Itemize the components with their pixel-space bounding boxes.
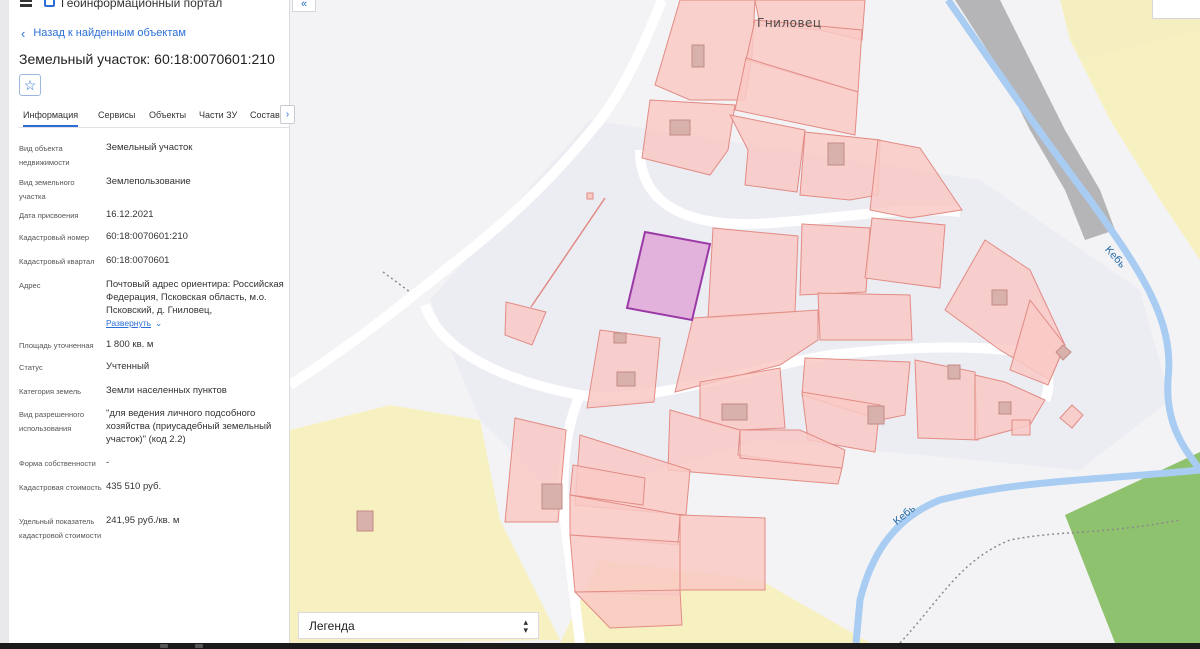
map-canvas[interactable] bbox=[287, 0, 1200, 643]
parcel[interactable] bbox=[914, 359, 979, 441]
field-label: Вид разрешенного использования bbox=[19, 410, 85, 433]
field-label: Дата присвоения bbox=[19, 211, 79, 220]
taskbar bbox=[0, 643, 1200, 649]
tab-bar: Информация Сервисы Объекты Части ЗУ Сост… bbox=[19, 105, 295, 128]
field-label: Кадастровая стоимость bbox=[19, 483, 102, 492]
taskbar-item[interactable] bbox=[195, 644, 203, 648]
building bbox=[867, 405, 885, 425]
field-value: Земли населенных пунктов bbox=[106, 385, 227, 396]
field-value: Землепользование bbox=[106, 176, 191, 187]
field-label: Форма собственности bbox=[19, 459, 96, 468]
chevron-left-icon: ‹ bbox=[21, 25, 26, 41]
parcel[interactable] bbox=[817, 292, 913, 341]
building bbox=[998, 401, 1012, 415]
field-label: Вид объекта недвижимости bbox=[19, 144, 70, 167]
tab-info[interactable]: Информация bbox=[23, 110, 79, 127]
building bbox=[356, 510, 374, 532]
field-value: Земельный участок bbox=[106, 142, 193, 153]
building bbox=[991, 289, 1008, 306]
field-label: Удельный показатель кадастровой стоимост… bbox=[19, 517, 102, 540]
building bbox=[669, 119, 691, 136]
building bbox=[721, 403, 748, 421]
field-label: Адрес bbox=[19, 281, 41, 290]
parcel[interactable] bbox=[586, 192, 594, 200]
back-to-results-link[interactable]: ‹ Назад к найденным объектам bbox=[21, 25, 186, 41]
tabs-next-button[interactable]: › bbox=[280, 105, 295, 124]
map-control[interactable] bbox=[1152, 0, 1200, 19]
legend-label: Легенда bbox=[309, 618, 355, 633]
star-icon: ☆ bbox=[23, 77, 37, 93]
parcel[interactable] bbox=[864, 217, 946, 289]
expand-label: Развернуть bbox=[106, 318, 152, 328]
building bbox=[691, 44, 705, 68]
parcel[interactable] bbox=[1011, 419, 1031, 436]
field-value: - bbox=[106, 457, 110, 468]
back-link-label: Назад к найденным объектам bbox=[33, 27, 186, 39]
menu-icon[interactable] bbox=[20, 0, 32, 7]
building bbox=[947, 364, 961, 380]
parcel[interactable] bbox=[799, 223, 871, 296]
field-label: Статус bbox=[19, 363, 43, 372]
collapse-panel-button[interactable]: « bbox=[292, 0, 316, 12]
field-value: 60:18:0070601 bbox=[106, 255, 170, 266]
up-down-arrows-icon: ▴ ▾ bbox=[523, 616, 528, 635]
field-value: 16.12.2021 bbox=[106, 209, 154, 220]
screen-bezel bbox=[0, 0, 9, 643]
parcel[interactable] bbox=[679, 514, 766, 591]
taskbar-item[interactable] bbox=[160, 644, 168, 648]
field-label: Площадь уточненная bbox=[19, 341, 94, 350]
field-label: Категория земель bbox=[19, 387, 82, 396]
portal-title: Геоинформационный портал bbox=[61, 0, 223, 10]
parcel[interactable] bbox=[707, 227, 799, 319]
field-label: Кадастровый квартал bbox=[19, 257, 95, 266]
parcel[interactable] bbox=[569, 534, 681, 596]
page-title: Земельный участок: 60:18:0070601:210 bbox=[19, 51, 275, 67]
tab-composition[interactable]: Состав bbox=[250, 110, 280, 120]
tab-services[interactable]: Сервисы bbox=[98, 110, 135, 120]
info-panel: Геоинформационный портал ‹ Назад к найде… bbox=[9, 0, 295, 643]
chevron-down-icon: ⌄ bbox=[155, 318, 163, 328]
building bbox=[827, 142, 845, 166]
field-value: 60:18:0070601:210 bbox=[106, 231, 188, 242]
building bbox=[613, 332, 627, 344]
chevron-right-icon: › bbox=[285, 109, 290, 120]
portal-logo-icon bbox=[44, 0, 55, 7]
field-value: 241,95 руб./кв. м bbox=[106, 515, 180, 526]
field-value: 1 800 кв. м bbox=[106, 339, 154, 350]
tab-parcel-parts[interactable]: Части ЗУ bbox=[199, 110, 237, 120]
panel-header: Геоинформационный портал bbox=[9, 0, 289, 14]
field-label: Кадастровый номер bbox=[19, 233, 90, 242]
expand-address-link[interactable]: Развернуть ⌄ bbox=[106, 318, 162, 328]
field-value: "для ведения личного подсобного хозяйств… bbox=[106, 408, 272, 445]
village-label: Гниловец bbox=[757, 16, 822, 30]
field-label: Вид земельного участка bbox=[19, 178, 75, 201]
screen: Гниловец Кебь Кебь « Легенда ▴ ▾ Геоинфор… bbox=[0, 0, 1200, 643]
double-chevron-left-icon: « bbox=[300, 0, 308, 10]
field-value: Учтенный bbox=[106, 361, 150, 372]
favorite-button[interactable]: ☆ bbox=[19, 74, 41, 96]
tab-objects[interactable]: Объекты bbox=[149, 110, 186, 120]
building bbox=[541, 483, 563, 510]
building bbox=[616, 371, 636, 387]
field-value: 435 510 руб. bbox=[106, 481, 162, 492]
legend-toggle[interactable]: Легенда ▴ ▾ bbox=[298, 612, 539, 639]
map-svg bbox=[287, 0, 1200, 643]
parcel[interactable] bbox=[799, 131, 881, 201]
address-value: Почтовый адрес ориентира: Российская Фед… bbox=[106, 279, 284, 316]
field-value: Почтовый адрес ориентира: Российская Фед… bbox=[106, 278, 286, 330]
